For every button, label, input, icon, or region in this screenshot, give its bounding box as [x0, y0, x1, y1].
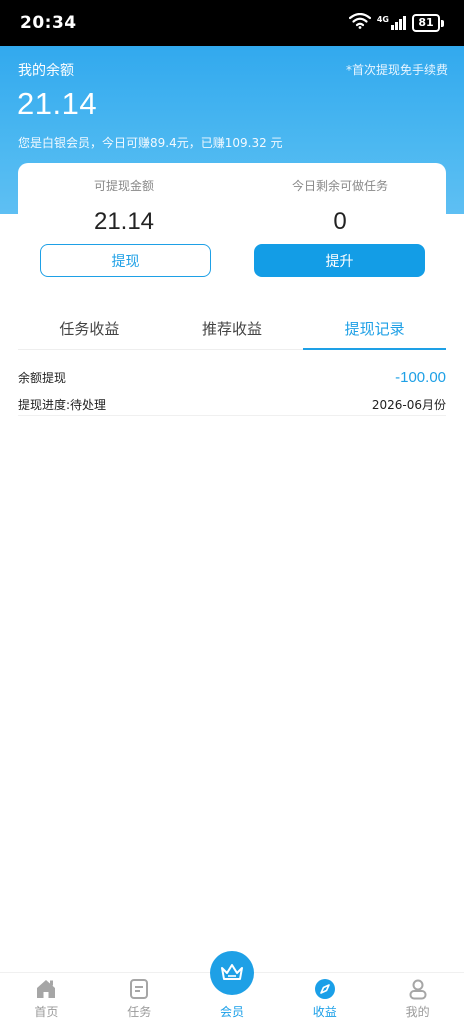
nav-item-earnings[interactable]: 收益	[278, 973, 371, 1024]
withdrawable-stat: 可提现金额 21.14	[24, 177, 224, 236]
record-date: 2026-06月份	[371, 398, 446, 412]
nav-item-home[interactable]: 首页	[0, 973, 93, 1024]
withdraw-button[interactable]: 提现	[40, 244, 211, 277]
nav-item-tasks[interactable]: 任务	[93, 973, 186, 1024]
battery-icon: 81	[412, 14, 444, 32]
status-time: 20:34	[20, 13, 77, 33]
withdrawable-value: 21.14	[93, 208, 155, 235]
nav-label-home: 首页	[34, 1005, 59, 1019]
list-item: 余额提现 -100.00	[18, 366, 446, 388]
home-icon	[34, 977, 58, 1001]
balance-amount: 21.14	[17, 86, 98, 121]
withdraw-card: 可提现金额 21.14 今日剩余可做任务 0 提现 提升	[18, 163, 446, 293]
cellular-signal-icon: 4G	[377, 16, 406, 30]
nav-label-earnings: 收益	[312, 1005, 337, 1019]
remaining-tasks-label: 今日剩余可做任务	[291, 179, 388, 193]
balance-title: 我的余额	[18, 63, 74, 79]
nav-item-member[interactable]: 会员	[186, 951, 279, 1024]
remaining-tasks-value: 0	[333, 208, 347, 235]
tab-referral-earnings[interactable]: 推荐收益	[161, 306, 304, 349]
compass-icon	[313, 977, 337, 1001]
list-item-detail: 提现进度:待处理 2026-06月份	[18, 396, 446, 416]
crown-icon	[209, 951, 254, 995]
nav-label-tasks: 任务	[127, 1005, 152, 1019]
tab-task-earnings[interactable]: 任务收益	[18, 306, 161, 349]
nav-label-profile: 我的	[405, 1005, 430, 1019]
fee-note: *首次提现免手续费	[345, 63, 448, 77]
record-type: 余额提现	[18, 370, 67, 385]
record-amount: -100.00	[395, 368, 446, 386]
user-icon	[406, 977, 430, 1001]
nav-item-profile[interactable]: 我的	[371, 973, 464, 1024]
status-bar: 20:34 4G 81	[0, 0, 464, 46]
record-status: 提现进度:待处理	[18, 398, 107, 412]
nav-label-member: 会员	[219, 1005, 244, 1019]
tab-withdraw-records[interactable]: 提现记录	[303, 306, 446, 350]
status-icons: 4G 81	[348, 12, 444, 33]
member-note: 您是白银会员，今日可赚89.4元，已赚109.32 元	[18, 136, 283, 150]
network-type: 4G	[376, 15, 389, 24]
wifi-icon	[348, 12, 371, 33]
withdrawable-label: 可提现金额	[93, 179, 154, 193]
bottom-nav: 首页 任务 会员 收益 我的	[0, 951, 464, 1024]
upgrade-button[interactable]: 提升	[254, 244, 425, 277]
battery-level: 81	[412, 14, 440, 32]
earnings-tabs: 任务收益 推荐收益 提现记录	[18, 306, 446, 350]
remaining-tasks-stat: 今日剩余可做任务 0	[240, 177, 440, 236]
task-icon	[127, 977, 151, 1001]
